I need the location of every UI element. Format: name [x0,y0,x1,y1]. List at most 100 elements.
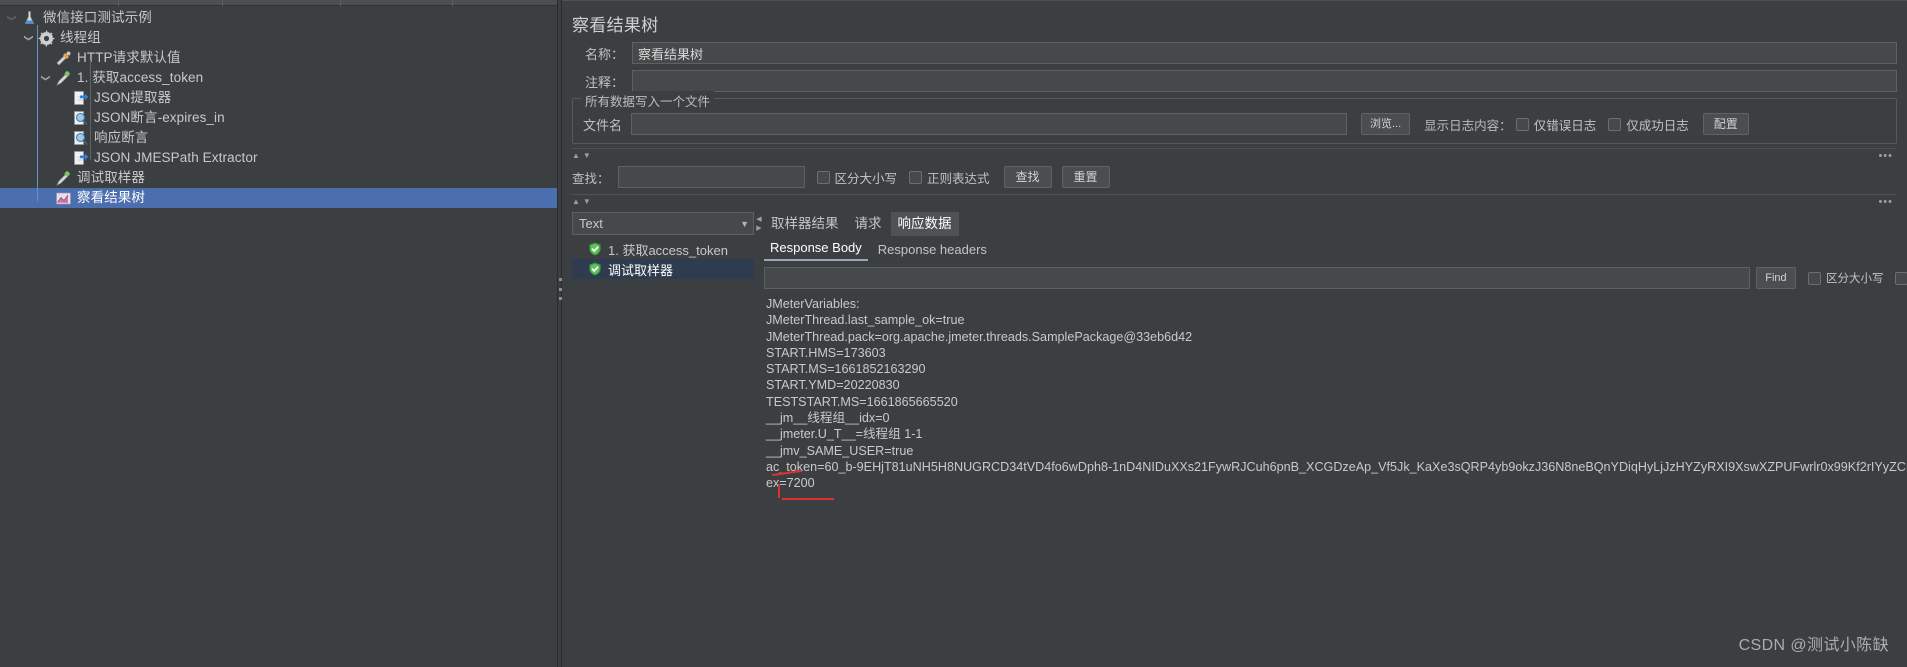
tree-item-label: 察看结果树 [77,190,145,205]
results-left-column: Text ▼ 1. 获取access_token 调试取样器 [562,212,754,667]
renderer-select[interactable]: Text ▼ [572,212,754,235]
jmeter-flask-icon [20,9,38,27]
body-case-sensitive-wrap[interactable]: 区分大小写 [1807,270,1884,286]
filename-input[interactable] [631,113,1347,135]
errors-only-label: 仅错误日志 [1533,118,1597,133]
tree-item-label: 1. 获取access_token [77,70,204,85]
response-body-text[interactable]: JMeterVariables: JMeterThread.last_sample… [764,296,1907,667]
results-collapse-strip[interactable]: ▲▼ ••• [572,194,1897,208]
wrench-icon [54,49,72,67]
magnifier-icon [71,129,89,147]
body-find-button[interactable]: Find [1755,267,1796,289]
subtab-1[interactable]: Response headers [872,240,993,261]
jmeter-window: ❯ 微信接口测试示例 ❯ 线程组 HTTP请求默认值 ❯ 1. 获取access_token… [0,0,1907,667]
collapse-arrows-icon[interactable]: ▲▼ [572,149,594,163]
configure-button[interactable]: 配置 [1702,113,1749,135]
errors-only-checkbox-wrap[interactable]: 仅错误日志 [1515,115,1597,134]
collapse-left-icon[interactable]: ◀ [756,215,761,224]
tree-item-8[interactable]: 调试取样器 [0,168,557,188]
gear-icon [37,29,55,47]
filename-label: 文件名 [583,117,623,133]
search-collapse-strip[interactable]: ▲▼ ••• [572,148,1897,162]
name-input[interactable] [632,42,1897,64]
response-body-line-1: JMeterThread.last_sample_ok=true [766,313,965,328]
search-find-button[interactable]: 查找 [1003,166,1052,188]
tree-twisty-placeholder [38,48,54,68]
extractor-icon [71,89,89,107]
body-find-bar: Find 区分大小写 正则表达式 [764,267,1907,289]
body-regex-checkbox[interactable] [1895,271,1907,285]
body-find-input[interactable] [764,267,1750,289]
subtab-0[interactable]: Response Body [764,238,868,261]
response-body-line-3: START.HMS=173603 [766,345,886,360]
search-case-sensitive-label: 区分大小写 [834,171,898,186]
result-list-item-1[interactable]: 调试取样器 [572,259,754,279]
response-body-line-9: __jmv_SAME_USER=true [766,443,914,458]
magnifier-icon [71,109,89,127]
tree-item-label: HTTP请求默认值 [77,50,181,65]
filename-row: 文件名 浏览... 显示日志内容： 仅错误日志 仅成功日志 配置 [579,113,1890,135]
name-field-row: 名称： [562,42,1907,64]
successes-only-checkbox-wrap[interactable]: 仅成功日志 [1608,115,1689,134]
successes-only-checkbox[interactable] [1608,117,1622,131]
search-label: 查找： [572,171,610,186]
body-regex-wrap[interactable]: 正则表达式 [1895,270,1907,286]
response-body-line-5: START.YMD=20220830 [766,378,900,393]
tab-0[interactable]: 取样器结果 [764,212,846,236]
search-case-sensitive-checkbox[interactable] [816,170,830,184]
tab-1[interactable]: 请求 [848,212,889,236]
tree-item-6[interactable]: 响应断言 [0,128,557,148]
result-tabs[interactable]: 取样器结果 请求 响应数据 [764,212,1907,236]
browse-button[interactable]: 浏览... [1361,113,1411,135]
search-case-sensitive-wrap[interactable]: 区分大小写 [816,168,898,187]
tree-item-4[interactable]: JSON提取器 [0,88,557,108]
tree-item-3[interactable]: ❯ 1. 获取access_token [0,68,557,88]
search-regex-wrap[interactable]: 正则表达式 [909,168,990,187]
tree-twisty-expanded-icon[interactable]: ❯ [36,70,56,86]
body-case-sensitive-checkbox[interactable] [1807,271,1821,285]
search-input[interactable] [617,166,805,188]
comment-field-row: 注释： [562,70,1907,92]
strip-dots-icon[interactable]: ••• [1878,151,1893,162]
tree-item-2[interactable]: HTTP请求默认值 [0,48,557,68]
results-collapse-arrows-icon[interactable]: ▲▼ [572,195,594,209]
search-regex-label: 正则表达式 [927,171,990,186]
tree-item-label: 微信接口测试示例 [43,10,152,25]
tree-item-5[interactable]: JSON断言-expires_in [0,108,557,128]
body-case-sensitive-label: 区分大小写 [1825,273,1884,285]
results-inner-splitter[interactable]: ◀ ▶ [754,212,764,667]
comment-input[interactable] [632,70,1897,92]
tree-item-7[interactable]: JSON JMESPath Extractor [0,148,557,168]
tree-twisty-placeholder [55,88,71,108]
tree-twisty-icon[interactable]: ❯ [2,10,22,26]
response-subtabs[interactable]: Response Body Response headers [764,239,1907,261]
tree-item-9[interactable]: 察看结果树 [0,188,557,208]
tree-rows: ❯ 微信接口测试示例 ❯ 线程组 HTTP请求默认值 ❯ 1. 获取access_token… [0,6,557,208]
results-strip-dots-icon[interactable]: ••• [1878,197,1893,208]
errors-only-checkbox[interactable] [1515,117,1529,131]
log-display-label: 显示日志内容： [1424,118,1512,133]
tree-twisty-expanded-icon[interactable]: ❯ [19,30,39,46]
tab-2[interactable]: 响应数据 [890,212,959,236]
response-body-line-10: ac_token=60_b-9EHjT81uNH5H8NUGRCD34tVD4f… [766,459,1907,474]
chevron-down-icon[interactable]: ▼ [740,219,749,229]
tree-guide-line-sub [90,60,91,160]
tree-item-0[interactable]: ❯ 微信接口测试示例 [0,8,557,28]
result-list-item-0[interactable]: 1. 获取access_token [572,239,754,259]
page-title: 察看结果树 [572,16,659,35]
tree-item-label: JSON JMESPath Extractor [94,150,258,165]
search-reset-button[interactable]: 重置 [1061,166,1110,188]
results-right-column: 取样器结果 请求 响应数据 Response Body Response header… [764,212,1907,667]
collapse-right-icon[interactable]: ▶ [756,224,761,233]
view-results-tree-panel: 察看结果树 名称： 注释： 所有数据写入一个文件 文件名 浏览... 显示日志内… [562,0,1907,667]
search-regex-checkbox[interactable] [909,170,923,184]
tree-item-1[interactable]: ❯ 线程组 [0,28,557,48]
sampler-result-list[interactable]: 1. 获取access_token 调试取样器 [572,239,754,667]
pipette-icon [54,169,72,187]
write-all-data-to-file-group: 所有数据写入一个文件 文件名 浏览... 显示日志内容： 仅错误日志 仅成功日志… [572,91,1897,144]
